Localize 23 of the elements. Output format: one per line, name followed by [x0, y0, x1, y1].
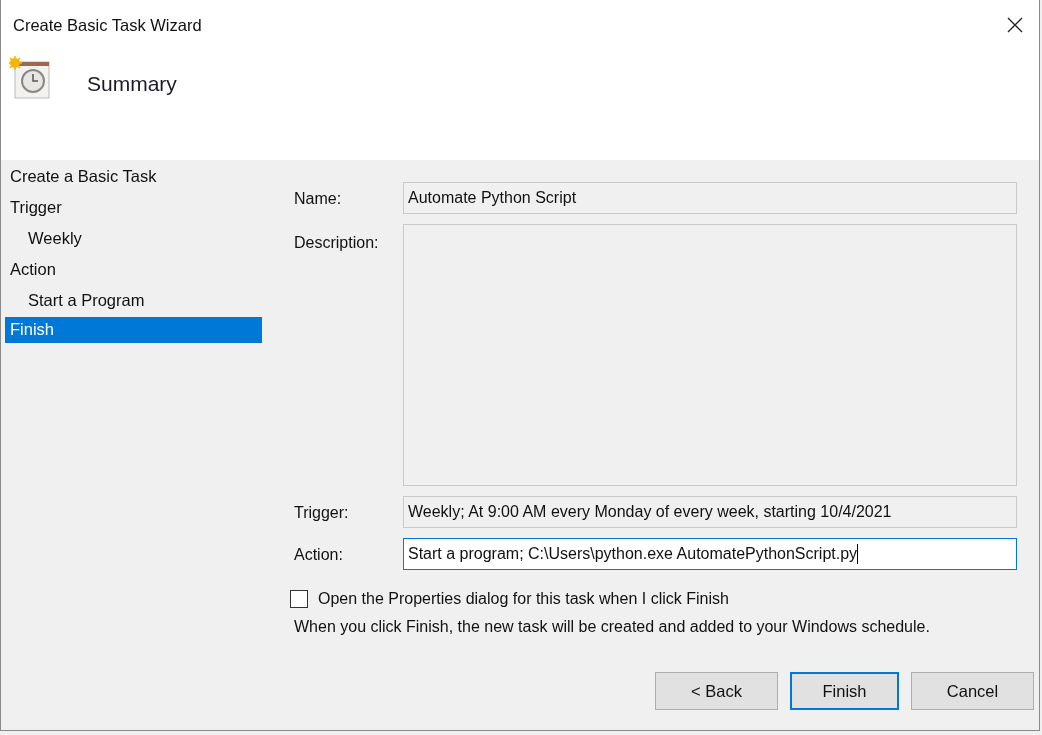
input-field[interactable]: Start a program; C:\Users\python.exe AutomatePythonScript.py [403, 538, 1017, 570]
checkbox-label: Open the Properties dialog for this task when I click Finish [318, 590, 729, 608]
sidebar-item[interactable]: Action [5, 255, 262, 286]
sidebar-item[interactable]: Finish [5, 317, 262, 343]
field-label: Description: [294, 233, 380, 253]
sidebar-item[interactable]: Trigger [5, 193, 262, 224]
input-field[interactable]: Weekly; At 9:00 AM every Monday of every week, starting 10/4/2021 [403, 496, 1017, 528]
sidebar-item[interactable]: Start a Program [5, 286, 262, 317]
page-heading: Summary [87, 72, 177, 96]
dialog-button[interactable]: < Back [655, 672, 778, 710]
dialog-button[interactable]: Finish [790, 672, 899, 710]
field-label: Name: [294, 189, 343, 209]
input-field[interactable]: Automate Python Script [403, 182, 1017, 214]
close-icon[interactable] [1007, 17, 1023, 33]
checkbox[interactable] [290, 590, 308, 608]
description-field[interactable] [403, 224, 1017, 486]
dialog-button[interactable]: Cancel [911, 672, 1034, 710]
sidebar-item[interactable]: Weekly [5, 224, 262, 255]
info-text: When you click Finish, the new task will be created and added to your Windows schedule. [294, 618, 931, 636]
field-label: Action: [294, 545, 344, 565]
field-label: Trigger: [294, 503, 350, 523]
window-title: Create Basic Task Wizard [13, 15, 202, 35]
sidebar-item[interactable]: Create a Basic Task [5, 162, 262, 193]
